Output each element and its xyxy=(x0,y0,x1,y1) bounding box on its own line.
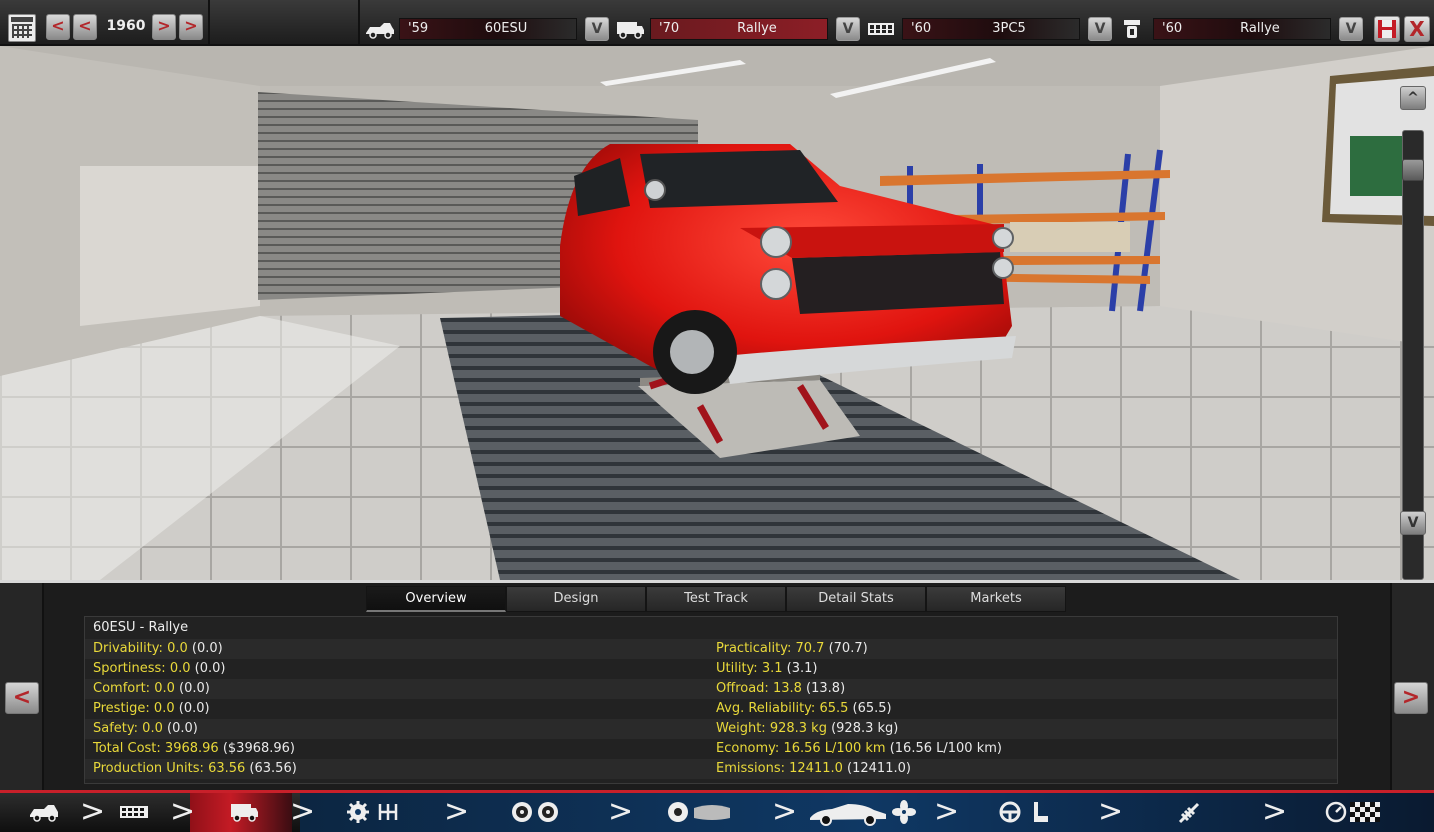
engine-year: '60 xyxy=(911,21,932,36)
top-toolbar: < < 1960 > > '59 60ESU V '70 Rallye V '6… xyxy=(0,0,1434,46)
stat-emissions: Emissions: 12411.0 (12411.0) xyxy=(716,761,911,776)
stat-total-cost: Total Cost: 3968.96 ($3968.96) xyxy=(93,741,296,756)
overview-panel: < > Overview Design Test Track Detail St… xyxy=(0,580,1434,790)
panel-icon[interactable] xyxy=(692,800,732,826)
nav-chevron: > xyxy=(934,794,960,829)
gear-icon[interactable] xyxy=(346,800,370,826)
designer-nav-bar: > > > > > > > > > xyxy=(0,790,1434,832)
tab-markets[interactable]: Markets xyxy=(926,586,1066,612)
gearshift-icon[interactable] xyxy=(376,800,400,826)
garage-3d-viewport[interactable]: ^ V xyxy=(0,46,1434,580)
year-label: 1960 xyxy=(106,18,146,34)
model-dropdown-button[interactable]: V xyxy=(836,17,860,41)
camera-down-button[interactable]: V xyxy=(1400,511,1426,535)
next-car-button[interactable]: > xyxy=(1394,682,1428,714)
year-back-button[interactable]: < xyxy=(73,14,97,40)
model-name: Rallye xyxy=(737,21,777,36)
calendar-icon[interactable] xyxy=(8,14,36,42)
game-window: < < 1960 > > '59 60ESU V '70 Rallye V '6… xyxy=(0,0,1434,832)
tab-detail-stats[interactable]: Detail Stats xyxy=(786,586,926,612)
checkered-flag-icon[interactable] xyxy=(1350,800,1380,826)
wheel-icon[interactable] xyxy=(536,800,560,826)
nav-chevron: > xyxy=(80,794,106,829)
sports-car-icon[interactable] xyxy=(808,800,888,826)
stat-weight: Weight: 928.3 kg (928.3 kg) xyxy=(716,721,899,736)
stat-utility: Utility: 3.1 (3.1) xyxy=(716,661,818,676)
car-model-icon[interactable] xyxy=(228,800,260,826)
chassis-name: 60ESU xyxy=(484,21,528,36)
engine-icon[interactable] xyxy=(118,800,150,826)
shock-absorber-icon[interactable] xyxy=(1176,800,1202,826)
year-forward-button[interactable]: > xyxy=(152,14,176,40)
chassis-selector[interactable]: '59 60ESU xyxy=(399,18,577,40)
garage-scene xyxy=(0,46,1434,580)
stat-prestige: Prestige: 0.0 (0.0) xyxy=(93,701,210,716)
camera-up-button[interactable]: ^ xyxy=(1400,86,1426,110)
model-year: '70 xyxy=(659,21,680,36)
nav-chevron: > xyxy=(290,794,316,829)
engine-variant-year: '60 xyxy=(1162,21,1183,36)
car-model-icon xyxy=(614,18,646,40)
close-button[interactable]: X xyxy=(1404,16,1430,42)
stat-practicality: Practicality: 70.7 (70.7) xyxy=(716,641,868,656)
engine-variant-dropdown-button[interactable]: V xyxy=(1339,17,1363,41)
stat-safety: Safety: 0.0 (0.0) xyxy=(93,721,198,736)
engine-variant-icon xyxy=(1118,18,1150,40)
chassis-dropdown-button[interactable]: V xyxy=(585,17,609,41)
fan-icon[interactable] xyxy=(892,800,916,826)
seat-icon[interactable] xyxy=(1030,800,1050,826)
info-tabs: Overview Design Test Track Detail Stats … xyxy=(366,586,1066,612)
year-forward-fast-button[interactable]: > xyxy=(179,14,203,40)
stat-reliability: Avg. Reliability: 65.5 (65.5) xyxy=(716,701,892,716)
stat-production-units: Production Units: 63.56 (63.56) xyxy=(93,761,297,776)
stat-drivability: Drivability: 0.0 (0.0) xyxy=(93,641,223,656)
engine-selector[interactable]: '60 3PC5 xyxy=(902,18,1080,40)
nav-chevron: > xyxy=(444,794,470,829)
engine-block-icon xyxy=(866,18,898,40)
model-selector[interactable]: '70 Rallye xyxy=(650,18,828,40)
engine-variant-selector[interactable]: '60 Rallye xyxy=(1153,18,1331,40)
stat-offroad: Offroad: 13.8 (13.8) xyxy=(716,681,846,696)
body-chassis-icon xyxy=(364,18,396,40)
chassis-year: '59 xyxy=(408,21,429,36)
engine-variant-name: Rallye xyxy=(1240,21,1280,36)
save-icon[interactable] xyxy=(1374,16,1400,42)
camera-scroll-thumb[interactable] xyxy=(1402,159,1424,181)
tab-design[interactable]: Design xyxy=(506,586,646,612)
nav-chevron: > xyxy=(1098,794,1124,829)
stats-table: 60ESU - Rallye Drivability: 0.0 (0.0) Sp… xyxy=(84,616,1338,784)
stat-sportiness: Sportiness: 0.0 (0.0) xyxy=(93,661,226,676)
wheel-icon[interactable] xyxy=(510,800,534,826)
nav-chevron: > xyxy=(608,794,634,829)
steering-wheel-icon[interactable] xyxy=(998,800,1022,826)
engine-dropdown-button[interactable]: V xyxy=(1088,17,1112,41)
tab-test-track[interactable]: Test Track xyxy=(646,586,786,612)
chassis-icon[interactable] xyxy=(28,800,60,826)
year-back-fast-button[interactable]: < xyxy=(46,14,70,40)
stat-economy: Economy: 16.56 L/100 km (16.56 L/100 km) xyxy=(716,741,1002,756)
brake-disc-icon[interactable] xyxy=(666,800,690,826)
nav-chevron: > xyxy=(170,794,196,829)
gauge-icon[interactable] xyxy=(1324,800,1348,826)
stat-comfort: Comfort: 0.0 (0.0) xyxy=(93,681,210,696)
tab-overview[interactable]: Overview xyxy=(366,586,506,612)
prev-car-button[interactable]: < xyxy=(5,682,39,714)
car-title: 60ESU - Rallye xyxy=(93,620,189,635)
nav-chevron: > xyxy=(772,794,798,829)
engine-name: 3PC5 xyxy=(992,21,1026,36)
nav-chevron: > xyxy=(1262,794,1288,829)
